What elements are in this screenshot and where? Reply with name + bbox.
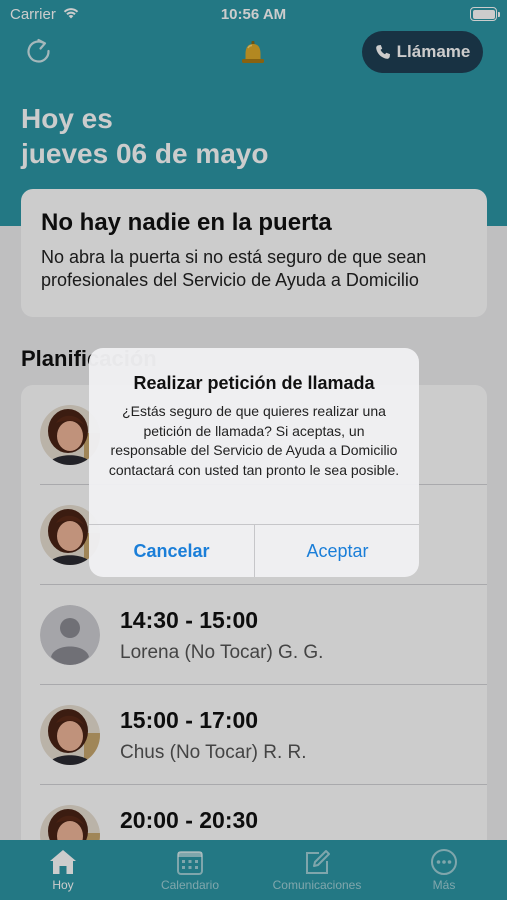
alert-title: Realizar petición de llamada [133,373,375,393]
alert-message: ¿Estás seguro de que quieres realizar un… [108,403,400,478]
accept-button[interactable]: Aceptar [255,525,419,577]
call-request-alert: Realizar petición de llamada ¿Estás segu… [89,348,419,577]
cancel-button[interactable]: Cancelar [89,525,254,577]
